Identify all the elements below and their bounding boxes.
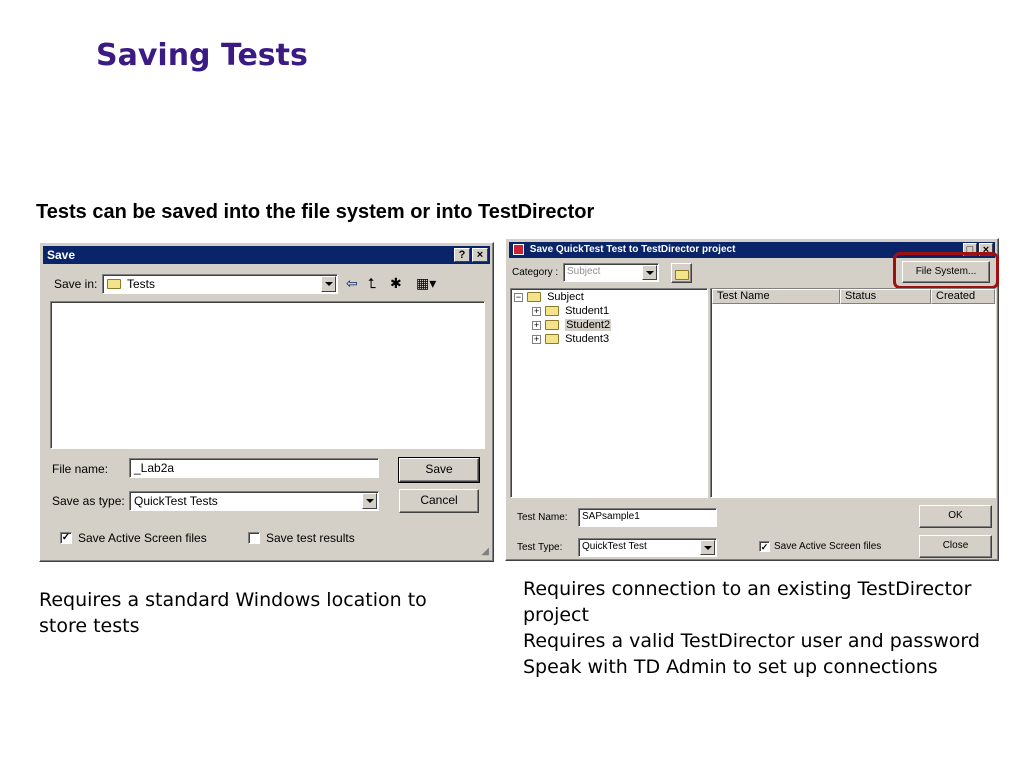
- tree-node-label: Student2: [565, 319, 612, 331]
- save-dialog-titlebar: Save ? ×: [43, 246, 490, 264]
- folder-icon: [545, 320, 559, 331]
- expand-icon[interactable]: +: [532, 306, 541, 316]
- collapse-icon[interactable]: −: [514, 292, 523, 302]
- test-name-label: Test Name:: [517, 512, 568, 523]
- caption-left-line: Requires a standard Windows location to: [39, 589, 427, 611]
- save-as-type-value: QuickTest Tests: [134, 494, 218, 508]
- caption-left-line: store tests: [39, 615, 140, 637]
- save-active-screen-label: Save Active Screen files: [78, 531, 207, 545]
- save-dialog: Save ? × Save in: Tests ⇦ ⮤ ✱ ▦▾ File na…: [39, 242, 494, 562]
- category-label: Category :: [512, 267, 559, 278]
- td-dialog: Save QuickTest Test to TestDirector proj…: [505, 238, 999, 561]
- td-app-icon: [513, 243, 524, 255]
- caption-left: Requires a standard Windows location to …: [39, 587, 489, 639]
- save-in-combo[interactable]: Tests: [102, 274, 338, 294]
- caption-right: Requires connection to an existing TestD…: [523, 576, 1018, 680]
- test-type-label: Test Type:: [517, 542, 563, 553]
- save-active-screen-checkbox[interactable]: ✓: [60, 532, 72, 544]
- td-dialog-title: Save QuickTest Test to TestDirector proj…: [529, 244, 736, 255]
- category-select[interactable]: Subject: [563, 263, 659, 282]
- save-in-value: Tests: [127, 277, 156, 291]
- ok-button[interactable]: OK: [919, 505, 992, 528]
- tree-node-student2[interactable]: + Student2: [532, 318, 612, 332]
- folder-icon: [545, 306, 559, 317]
- close-button[interactable]: ×: [472, 248, 488, 262]
- chevron-down-icon[interactable]: [700, 540, 715, 555]
- caption-right-line: Requires a valid TestDirector user and p…: [523, 630, 980, 652]
- file-name-label: File name:: [52, 462, 109, 476]
- expand-icon[interactable]: +: [532, 320, 541, 330]
- test-list-pane[interactable]: Test Name Status Created: [710, 288, 996, 498]
- save-dialog-title: Save: [47, 248, 76, 262]
- resize-grip-icon[interactable]: ◢: [481, 546, 489, 557]
- save-test-results-label: Save test results: [266, 531, 355, 545]
- save-button[interactable]: Save: [398, 457, 480, 483]
- tree-node-label: Student3: [565, 333, 610, 345]
- folder-icon: [107, 279, 121, 289]
- view-menu-icon[interactable]: ▦▾: [416, 275, 436, 291]
- column-header-status[interactable]: Status: [840, 289, 931, 304]
- up-folder-icon[interactable]: ⮤: [368, 275, 376, 291]
- td-save-active-screen-checkbox[interactable]: ✓: [759, 541, 770, 552]
- help-button[interactable]: ?: [454, 248, 470, 262]
- chevron-down-icon[interactable]: [642, 265, 657, 280]
- test-name-value: SAPsample1: [582, 511, 640, 522]
- folder-icon: [674, 269, 689, 280]
- chevron-down-icon[interactable]: [362, 493, 377, 509]
- new-folder-button[interactable]: [671, 263, 692, 283]
- test-type-select[interactable]: QuickTest Test: [578, 538, 717, 557]
- save-as-type-select[interactable]: QuickTest Tests: [129, 491, 379, 511]
- folder-open-icon: [527, 292, 541, 303]
- caption-right-line: Speak with TD Admin to set up connection…: [523, 656, 938, 678]
- slide-subtitle: Tests can be saved into the file system …: [36, 201, 595, 223]
- back-arrow-icon[interactable]: ⇦: [346, 275, 358, 291]
- file-name-input[interactable]: _Lab2a: [129, 458, 379, 478]
- tree-node-label: Student1: [565, 305, 610, 317]
- expand-icon[interactable]: +: [532, 334, 541, 344]
- column-header-test-name[interactable]: Test Name: [712, 289, 840, 304]
- cancel-button[interactable]: Cancel: [399, 489, 479, 513]
- tree-node-subject[interactable]: − Subject: [514, 290, 584, 304]
- chevron-down-icon[interactable]: [321, 276, 336, 292]
- column-header-created[interactable]: Created: [931, 289, 995, 304]
- test-type-value: QuickTest Test: [582, 541, 647, 552]
- tree-node-student3[interactable]: + Student3: [532, 332, 609, 346]
- save-in-label: Save in:: [54, 277, 98, 291]
- folder-icon: [545, 334, 559, 345]
- new-folder-icon[interactable]: ✱: [390, 275, 402, 291]
- subject-tree[interactable]: − Subject + Student1 + Student2 + Studen…: [510, 288, 708, 498]
- tree-node-student1[interactable]: + Student1: [532, 304, 609, 318]
- category-value: Subject: [567, 266, 601, 277]
- tree-node-label: Subject: [547, 291, 584, 303]
- slide-title: Saving Tests: [96, 38, 308, 73]
- caption-right-line: project: [523, 604, 589, 626]
- close-dialog-button[interactable]: Close: [919, 535, 992, 558]
- td-save-active-screen-label: Save Active Screen files: [774, 541, 882, 552]
- file-list-pane[interactable]: [50, 301, 485, 449]
- file-name-value: _Lab2a: [134, 461, 175, 475]
- save-as-type-label: Save as type:: [52, 494, 125, 508]
- test-name-input[interactable]: SAPsample1: [578, 508, 717, 527]
- caption-right-line: Requires connection to an existing TestD…: [523, 578, 972, 600]
- save-test-results-checkbox[interactable]: [248, 532, 260, 544]
- highlight-ring: [893, 252, 999, 289]
